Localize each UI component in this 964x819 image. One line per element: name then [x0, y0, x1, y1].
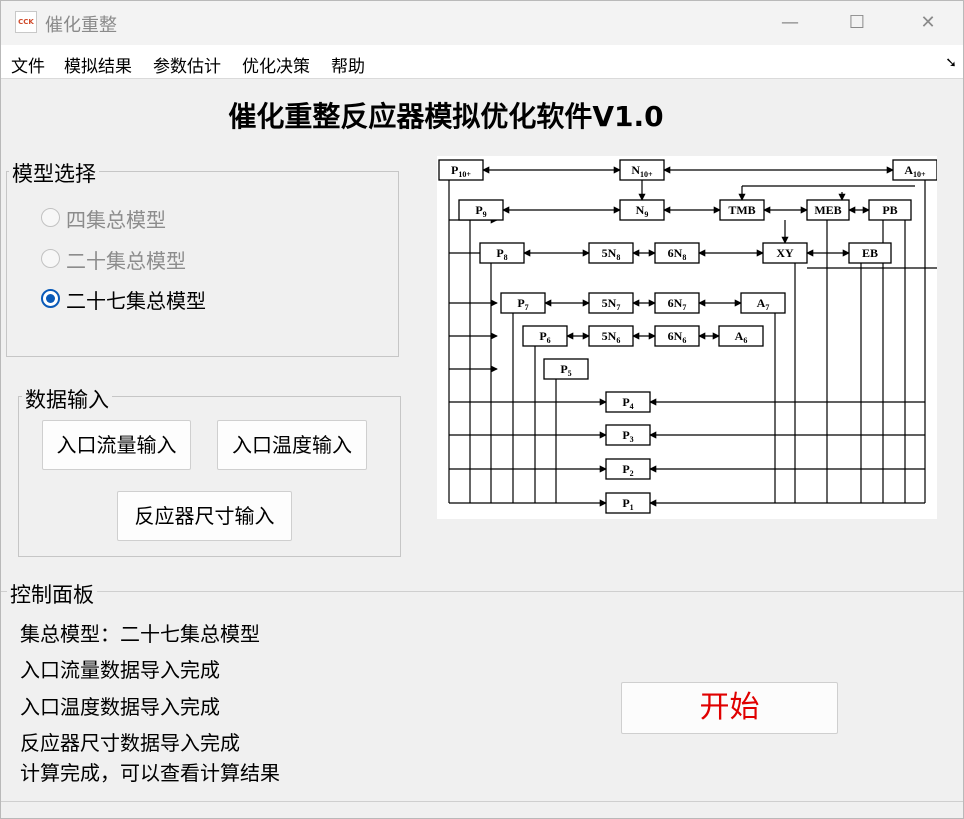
node-a6: A6	[718, 325, 764, 347]
node-5n8: 5N8	[588, 242, 634, 264]
reaction-network-svg: P10+ N10+ A10+ P9 N9 TMB MEB PB P8 5N8 6N8 XY EB P7 5N…	[438, 159, 938, 514]
radio-label: 四集总模型	[66, 208, 166, 232]
bottom-divider	[1, 801, 963, 802]
menu-parameter-estimation[interactable]: 参数估计	[153, 52, 221, 77]
menu-bar: 文件 模拟结果 参数估计 优化决策 帮助 ➘	[1, 45, 963, 79]
svg-text:MEB: MEB	[814, 203, 841, 217]
node-p3: P3	[605, 424, 651, 446]
data-input-title: 数据输入	[22, 384, 112, 414]
node-eb: EB	[848, 242, 892, 264]
control-panel-divider	[1, 591, 963, 592]
node-a10: A10+	[892, 159, 938, 181]
node-n9: N9	[619, 199, 665, 221]
window-title: 催化重整	[45, 15, 117, 36]
app-window: CCK 催化重整 — ☐ ✕ 文件 模拟结果 参数估计 优化决策 帮助 ➘ 催化…	[0, 0, 964, 819]
node-p10: P10+	[438, 159, 484, 181]
status-temperature: 入口温度数据导入完成	[20, 695, 220, 719]
inlet-flow-input-button[interactable]: 入口流量输入	[42, 420, 191, 470]
node-p6: P6	[522, 325, 568, 347]
node-p2: P2	[605, 458, 651, 480]
node-5n6: 5N6	[588, 325, 634, 347]
status-reactor-size: 反应器尺寸数据导入完成	[20, 731, 240, 755]
node-xy: XY	[762, 242, 808, 264]
reaction-network-diagram: P10+ N10+ A10+ P9 N9 TMB MEB PB P8 5N8 6N8 XY EB P7 5N…	[437, 156, 938, 519]
radio-label: 二十集总模型	[66, 249, 186, 273]
start-button[interactable]: 开始	[621, 682, 838, 734]
radio-circle[interactable]	[41, 249, 60, 268]
svg-text:TMB: TMB	[728, 203, 755, 217]
radio-circle[interactable]	[41, 208, 60, 227]
node-p4: P4	[605, 391, 651, 413]
maximize-button[interactable]: ☐	[834, 7, 880, 39]
node-meb: MEB	[806, 199, 850, 221]
inlet-temperature-input-button[interactable]: 入口温度输入	[217, 420, 367, 470]
status-calculation: 计算完成，可以查看计算结果	[20, 761, 280, 785]
svg-text:PB: PB	[882, 203, 897, 217]
node-p5: P5	[543, 358, 589, 380]
title-bar[interactable]: CCK 催化重整 — ☐ ✕	[1, 1, 963, 45]
model-selection-title: 模型选择	[9, 158, 99, 188]
page-title: 催化重整反应器模拟优化软件V1.0	[228, 100, 664, 133]
model-selection-group	[6, 171, 399, 357]
node-p8: P8	[479, 242, 525, 264]
node-a7: A7	[740, 292, 786, 314]
resize-corner-icon[interactable]: ➘	[945, 55, 957, 71]
status-flow: 入口流量数据导入完成	[20, 658, 220, 682]
minimize-button[interactable]: —	[767, 7, 813, 39]
node-p7: P7	[500, 292, 546, 314]
radio-circle[interactable]	[41, 289, 60, 308]
node-p1: P1	[605, 492, 651, 514]
node-tmb: TMB	[719, 199, 765, 221]
menu-help[interactable]: 帮助	[331, 52, 365, 77]
close-button[interactable]: ✕	[905, 7, 951, 39]
menu-simulation-results[interactable]: 模拟结果	[64, 52, 132, 77]
node-6n6: 6N6	[654, 325, 700, 347]
node-p9: P9	[458, 199, 504, 221]
app-logo-icon: CCK	[15, 11, 37, 33]
control-panel-title: 控制面板	[7, 579, 97, 609]
node-6n8: 6N8	[654, 242, 700, 264]
node-6n7: 6N7	[654, 292, 700, 314]
node-5n7: 5N7	[588, 292, 634, 314]
menu-optimization-decision[interactable]: 优化决策	[242, 52, 310, 77]
reactor-size-input-button[interactable]: 反应器尺寸输入	[117, 491, 292, 541]
menu-file[interactable]: 文件	[11, 52, 45, 77]
svg-text:XY: XY	[776, 246, 794, 260]
radio-label: 二十七集总模型	[66, 289, 206, 313]
node-n10: N10+	[619, 159, 665, 181]
status-model: 集总模型：二十七集总模型	[20, 622, 260, 646]
svg-text:EB: EB	[862, 246, 878, 260]
node-pb: PB	[868, 199, 912, 221]
